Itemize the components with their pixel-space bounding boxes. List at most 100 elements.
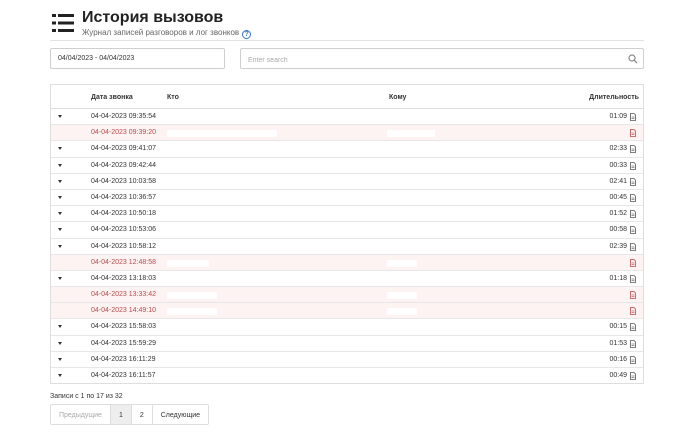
prev-page-button[interactable]: Предыдущие <box>51 405 111 424</box>
call-date: 04-04-2023 10:53:06 <box>91 226 156 234</box>
header-duration[interactable]: Длительность <box>589 94 639 101</box>
call-duration: 01:53 <box>609 339 627 347</box>
call-duration: 00:45 <box>609 193 627 201</box>
recording-file-icon[interactable] <box>630 161 636 170</box>
expand-caret-icon[interactable] <box>58 212 62 216</box>
missed-call-row[interactable]: 04-04-2023 13:33:42 <box>51 287 643 304</box>
recording-file-icon[interactable] <box>630 372 636 380</box>
recording-file-icon[interactable] <box>630 242 636 251</box>
pagination: Предыдущие 1 2 Следующие <box>50 404 210 425</box>
expand-caret-icon[interactable] <box>58 163 62 167</box>
missed-call-row[interactable]: 04-04-2023 09:39:20 <box>51 125 643 142</box>
table-row[interactable]: 04-04-2023 09:41:07 02:33 <box>51 141 643 158</box>
expand-caret-icon[interactable] <box>58 325 62 329</box>
recording-file-icon[interactable] <box>630 177 636 186</box>
recording-file-icon[interactable] <box>630 307 636 316</box>
table-body: 04-04-2023 09:35:54 01:09 04-04-2023 09:39… <box>51 109 643 384</box>
recording-file-icon[interactable] <box>630 226 636 235</box>
table-row[interactable]: 04-04-2023 15:58:03 00:15 <box>51 319 643 336</box>
expand-caret-icon[interactable] <box>58 357 62 361</box>
table-row[interactable]: 04-04-2023 09:42:44 00:33 <box>51 158 643 174</box>
call-date: 04-04-2023 13:33:42 <box>91 291 156 299</box>
expand-caret-icon[interactable] <box>58 115 62 118</box>
recording-file-icon[interactable] <box>630 274 636 283</box>
header-to[interactable]: Кому <box>389 94 406 101</box>
expand-caret-icon[interactable] <box>58 374 62 377</box>
recording-file-icon[interactable] <box>630 323 636 332</box>
recording-file-icon[interactable] <box>630 258 636 267</box>
table-row[interactable]: 04-04-2023 10:36:57 00:45 <box>51 190 643 207</box>
date-range-input[interactable]: 04/04/2023 - 04/04/2023 <box>50 48 225 69</box>
calls-table: Дата звонка Кто Кому Длительность 04-04-… <box>50 84 644 384</box>
table-row[interactable]: 04-04-2023 16:11:29 00:16 <box>51 352 643 368</box>
header-date[interactable]: Дата звонка <box>91 94 133 101</box>
table-row[interactable]: 04-04-2023 10:50:18 01:52 <box>51 206 643 223</box>
table-header: Дата звонка Кто Кому Длительность <box>51 85 643 109</box>
recording-file-icon[interactable] <box>630 339 636 348</box>
next-page-button[interactable]: Следующие <box>153 405 208 424</box>
caller-redacted <box>167 259 209 267</box>
call-duration: 01:52 <box>609 210 627 218</box>
callee-redacted <box>387 130 435 138</box>
call-duration: 00:33 <box>609 161 627 169</box>
page-2-button[interactable]: 2 <box>132 405 153 424</box>
call-date: 04-04-2023 09:41:07 <box>91 145 156 153</box>
callee-redacted <box>387 292 417 300</box>
call-duration: 02:39 <box>609 242 627 250</box>
page-subtitle: Журнал записей разговоров и лог звонков? <box>82 28 252 39</box>
call-date: 04-04-2023 10:58:12 <box>91 242 156 250</box>
call-duration: 01:18 <box>609 274 627 282</box>
call-date: 04-04-2023 09:39:20 <box>91 129 156 137</box>
recording-file-icon[interactable] <box>630 129 636 138</box>
search-input[interactable] <box>248 51 618 70</box>
page-1-button[interactable]: 1 <box>110 405 132 424</box>
call-duration: 01:09 <box>609 113 627 120</box>
callee-redacted <box>387 259 417 267</box>
caller-redacted <box>167 292 217 300</box>
expand-caret-icon[interactable] <box>58 195 62 199</box>
page-title: История вызовов <box>82 9 224 26</box>
expand-caret-icon[interactable] <box>58 276 62 280</box>
call-date: 04-04-2023 10:50:18 <box>91 210 156 218</box>
expand-caret-icon[interactable] <box>58 244 62 248</box>
recording-file-icon[interactable] <box>630 113 636 121</box>
missed-call-row[interactable]: 04-04-2023 14:49:10 <box>51 303 643 320</box>
caller-redacted <box>167 130 277 138</box>
subtitle-text: Журнал записей разговоров и лог звонков <box>82 28 240 37</box>
table-row[interactable]: 04-04-2023 10:03:58 02:41 <box>51 174 643 190</box>
recording-file-icon[interactable] <box>630 145 636 154</box>
table-row[interactable]: 04-04-2023 10:53:06 00:58 <box>51 222 643 239</box>
call-duration: 02:33 <box>609 145 627 153</box>
table-row[interactable]: 04-04-2023 09:35:54 01:09 <box>51 109 643 126</box>
search-box <box>240 48 644 70</box>
caller-redacted <box>167 308 217 316</box>
table-row[interactable]: 04-04-2023 10:58:12 02:39 <box>51 239 643 255</box>
recording-file-icon[interactable] <box>630 355 636 364</box>
call-date: 04-04-2023 16:11:29 <box>91 355 156 363</box>
recording-file-icon[interactable] <box>630 210 636 219</box>
expand-caret-icon[interactable] <box>58 179 62 183</box>
table-row[interactable]: 04-04-2023 13:18:03 01:18 <box>51 271 643 288</box>
call-date: 04-04-2023 16:11:57 <box>91 372 156 379</box>
callee-redacted <box>387 308 417 316</box>
help-icon[interactable]: ? <box>242 30 252 39</box>
expand-caret-icon[interactable] <box>58 228 62 232</box>
call-duration: 00:15 <box>609 323 627 331</box>
search-icon[interactable] <box>628 54 638 64</box>
call-date: 04-04-2023 13:18:03 <box>91 274 156 282</box>
table-row[interactable]: 04-04-2023 16:11:57 00:49 <box>51 368 643 384</box>
call-date: 04-04-2023 10:36:57 <box>91 193 156 201</box>
header-from[interactable]: Кто <box>167 94 179 101</box>
recording-file-icon[interactable] <box>630 291 636 299</box>
call-date: 04-04-2023 09:35:54 <box>91 113 156 120</box>
missed-call-row[interactable]: 04-04-2023 12:48:58 <box>51 254 643 271</box>
call-date: 04-04-2023 15:59:29 <box>91 339 156 347</box>
expand-caret-icon[interactable] <box>58 147 62 151</box>
recording-file-icon[interactable] <box>630 194 636 202</box>
call-duration: 02:41 <box>609 177 627 185</box>
call-date: 04-04-2023 09:42:44 <box>91 161 156 169</box>
expand-caret-icon[interactable] <box>58 341 62 345</box>
table-row[interactable]: 04-04-2023 15:59:29 01:53 <box>51 336 643 352</box>
call-date: 04-04-2023 15:58:03 <box>91 323 156 331</box>
call-duration: 00:16 <box>609 355 627 363</box>
